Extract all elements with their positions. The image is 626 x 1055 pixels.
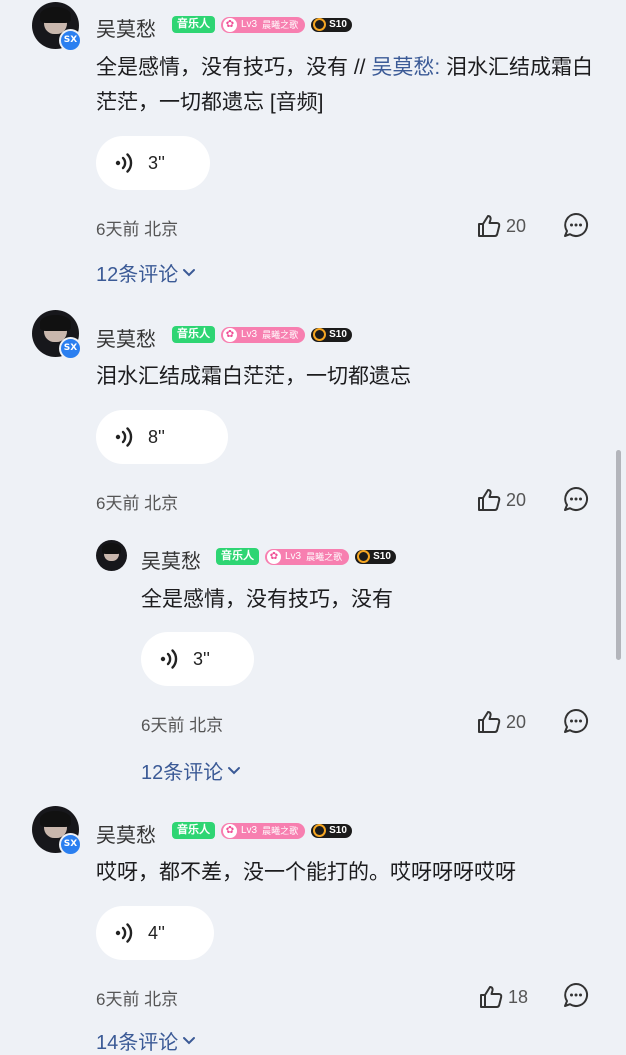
scrollbar[interactable] bbox=[616, 450, 621, 660]
avatar[interactable] bbox=[96, 540, 127, 571]
user-badges: 音乐人 ✿ Lv3 晨曦之歌 S10 bbox=[172, 822, 352, 839]
username[interactable]: 吴莫愁 bbox=[96, 13, 156, 42]
time-location: 6天前 北京 bbox=[96, 494, 179, 513]
more-replies-link[interactable]: 12条评论 bbox=[96, 258, 197, 287]
thumbs-up-icon bbox=[480, 986, 503, 1008]
ring-icon bbox=[313, 328, 327, 341]
season-badge: S10 bbox=[311, 17, 352, 32]
musician-badge: 音乐人 bbox=[216, 548, 259, 565]
avatar-badge: SX bbox=[59, 29, 82, 52]
chevron-down-icon bbox=[183, 268, 196, 276]
musician-badge: 音乐人 bbox=[172, 822, 215, 839]
chevron-down-icon bbox=[183, 1036, 196, 1044]
more-replies-link[interactable]: 14条评论 bbox=[96, 1026, 197, 1055]
username[interactable]: 吴莫愁 bbox=[96, 819, 156, 848]
comment-text: 全是感情，没有技巧，没有 bbox=[141, 588, 393, 611]
flower-icon: ✿ bbox=[223, 17, 237, 32]
voice-message[interactable]: 3'' bbox=[96, 136, 210, 190]
comment-bubble-icon[interactable] bbox=[563, 212, 589, 238]
username[interactable]: 吴莫愁 bbox=[141, 545, 201, 574]
sound-wave-icon bbox=[115, 427, 133, 447]
thumbs-up-icon bbox=[478, 489, 501, 511]
mention-link[interactable]: 吴莫愁: bbox=[371, 56, 440, 79]
sound-wave-icon bbox=[160, 649, 178, 669]
season-badge: S10 bbox=[355, 549, 396, 564]
ring-icon bbox=[313, 18, 327, 31]
voice-message[interactable]: 8'' bbox=[96, 410, 228, 464]
flower-icon: ✿ bbox=[267, 549, 281, 564]
like-count: 20 bbox=[506, 215, 527, 236]
avatar-badge: SX bbox=[59, 833, 82, 856]
comment-text: 泪水汇结成霜白茫茫，一切都遗忘 bbox=[96, 365, 411, 388]
sound-wave-icon bbox=[115, 923, 133, 943]
comment-bubble-icon[interactable] bbox=[563, 982, 589, 1008]
user-badges: 音乐人 ✿ Lv3 晨曦之歌 S10 bbox=[216, 548, 396, 565]
comment-text: 哎呀，都不差，没一个能打的。哎呀呀呀哎呀 bbox=[96, 861, 516, 884]
voice-duration: 3'' bbox=[148, 152, 165, 173]
time-location: 6天前 北京 bbox=[96, 990, 179, 1009]
user-badges: 音乐人 ✿ Lv3 晨曦之歌 S10 bbox=[172, 326, 352, 343]
level-badge: ✿ Lv3 晨曦之歌 bbox=[221, 16, 306, 33]
more-replies-link[interactable]: 12条评论 bbox=[141, 756, 242, 785]
voice-message[interactable]: 3'' bbox=[141, 632, 254, 686]
user-badges: 音乐人 ✿ Lv3 晨曦之歌 S10 bbox=[172, 16, 352, 33]
like-button[interactable]: 20 bbox=[476, 487, 526, 513]
flower-icon: ✿ bbox=[223, 823, 237, 838]
flower-icon: ✿ bbox=[223, 327, 237, 342]
avatar-badge: SX bbox=[59, 337, 82, 360]
voice-message[interactable]: 4'' bbox=[96, 906, 214, 960]
sound-wave-icon bbox=[115, 153, 133, 173]
comment-text: 全是感情，没有技巧，没有 // 吴莫愁: 泪水汇结成霜白茫茫，一切都遗忘 [音频… bbox=[96, 56, 594, 114]
thumbs-up-icon bbox=[478, 711, 501, 733]
like-count: 20 bbox=[506, 711, 527, 732]
like-button[interactable]: 20 bbox=[476, 213, 526, 239]
avatar[interactable]: SX bbox=[32, 2, 82, 52]
time-location: 6天前 北京 bbox=[141, 716, 224, 735]
season-badge: S10 bbox=[311, 327, 352, 342]
chevron-down-icon bbox=[228, 766, 241, 774]
voice-duration: 4'' bbox=[148, 922, 165, 943]
voice-duration: 8'' bbox=[148, 426, 165, 447]
thumbs-up-icon bbox=[478, 215, 501, 237]
voice-duration: 3'' bbox=[193, 648, 210, 669]
like-count: 18 bbox=[508, 986, 529, 1007]
musician-badge: 音乐人 bbox=[172, 16, 215, 33]
username[interactable]: 吴莫愁 bbox=[96, 323, 156, 352]
like-button[interactable]: 20 bbox=[476, 709, 526, 735]
level-badge: ✿ Lv3 晨曦之歌 bbox=[221, 326, 306, 343]
ring-icon bbox=[357, 550, 371, 563]
comment-bubble-icon[interactable] bbox=[563, 486, 589, 512]
like-count: 20 bbox=[506, 489, 527, 510]
level-badge: ✿ Lv3 晨曦之歌 bbox=[265, 548, 350, 565]
like-button[interactable]: 18 bbox=[478, 984, 528, 1010]
comment-bubble-icon[interactable] bbox=[563, 708, 589, 734]
avatar[interactable]: SX bbox=[32, 310, 82, 360]
season-badge: S10 bbox=[311, 823, 352, 838]
avatar[interactable]: SX bbox=[32, 806, 82, 856]
musician-badge: 音乐人 bbox=[172, 326, 215, 343]
time-location: 6天前 北京 bbox=[96, 220, 179, 239]
level-badge: ✿ Lv3 晨曦之歌 bbox=[221, 822, 306, 839]
ring-icon bbox=[313, 824, 327, 837]
